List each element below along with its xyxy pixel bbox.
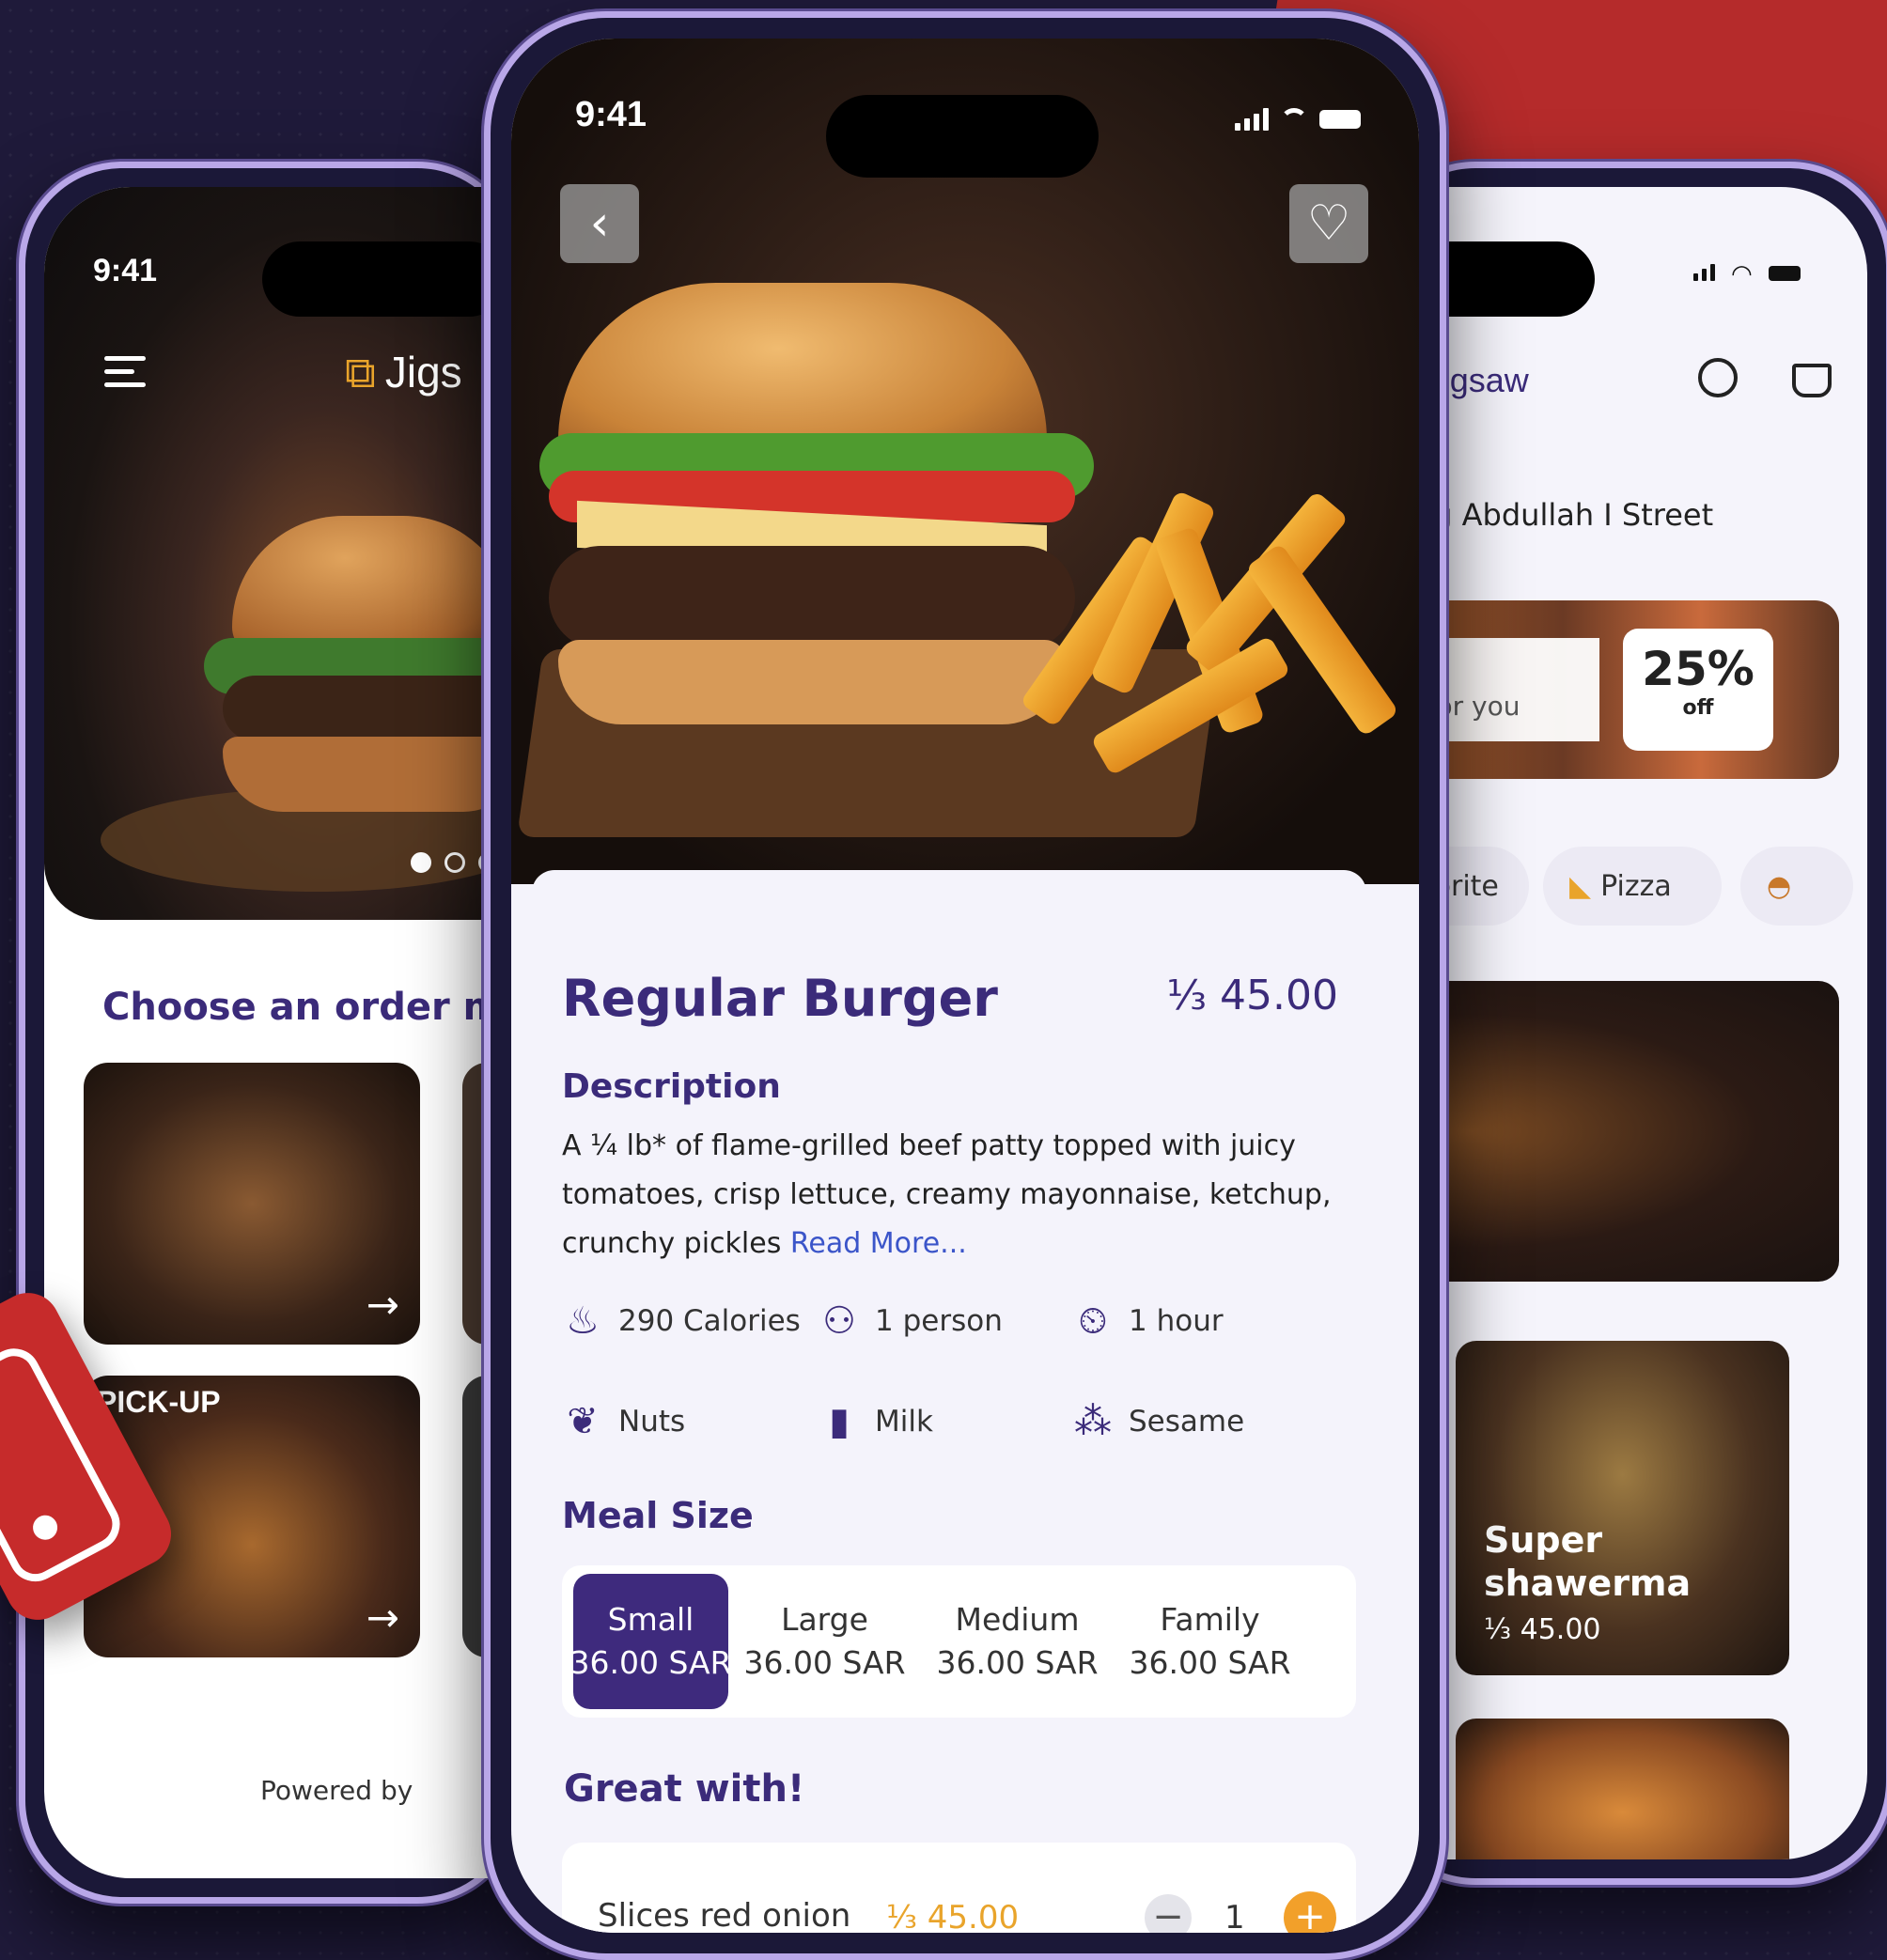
back-button[interactable]: ‹: [560, 184, 639, 263]
signal-icon: [1235, 108, 1269, 131]
burger-icon: ◓: [1767, 869, 1792, 903]
flame-icon: ♨: [566, 1299, 600, 1343]
description-text: A ¼ lb* of flame-grilled beef patty topp…: [562, 1129, 1332, 1260]
center-screen: 9:41 ‹ ♡ Regular Burger ⅓ 45.00 Descript…: [511, 39, 1419, 1933]
addon-name: Slices red onion: [598, 1897, 851, 1933]
category-chip-burger[interactable]: ◓: [1740, 847, 1853, 926]
phone-left: 9:41 ⧉ Jigs Choose an order met → PICK-UP…: [19, 162, 521, 1904]
wifi-icon: [1280, 108, 1308, 131]
wifi-icon: ◠: [1731, 260, 1753, 288]
decrement-button[interactable]: −: [1145, 1894, 1192, 1933]
size-option-large[interactable]: Large 36.00 SAR: [728, 1574, 921, 1709]
phone-center: 9:41 ‹ ♡ Regular Burger ⅓ 45.00 Descript…: [484, 11, 1446, 1960]
battery-icon: [1319, 110, 1361, 129]
right-screen: ◠ ⧉Jigsaw King Abdullah I Street ial for…: [1379, 187, 1867, 1859]
battery-icon: [1769, 266, 1801, 281]
size-option-family[interactable]: Family 36.00 SAR: [1114, 1574, 1306, 1709]
sesame-icon: ⁂: [1074, 1400, 1112, 1443]
fact-calories: ♨ 290 Calories: [562, 1300, 801, 1342]
size-option-small[interactable]: Small 36.00 SAR: [569, 1574, 732, 1709]
dynamic-island: [826, 95, 1099, 178]
cloche-icon: ⏲: [1078, 1299, 1108, 1343]
allergen-sesame: ⁂ Sesame: [1074, 1400, 1245, 1443]
product-card[interactable]: [1456, 1719, 1789, 1859]
pickup-label: PICK-UP: [97, 1385, 221, 1419]
arrow-right-icon: →: [366, 1594, 399, 1641]
fact-time: ⏲ 1 hour: [1072, 1299, 1223, 1343]
order-method-tile[interactable]: →: [84, 1063, 420, 1345]
addon-item: Slices red onion ⅓ 45.00 − 1 +: [562, 1843, 1356, 1933]
product-price: ⅓ 45.00: [1166, 972, 1338, 1019]
product-card[interactable]: Super shawerma ⅓ 45.00: [1456, 1341, 1789, 1675]
phone-right: ◠ ⧉Jigsaw King Abdullah I Street ial for…: [1372, 162, 1887, 1885]
person-icon: ⚇: [822, 1299, 856, 1343]
signal-icon: [1693, 264, 1715, 281]
search-icon[interactable]: [1698, 358, 1738, 397]
size-option-medium[interactable]: Medium 36.00 SAR: [921, 1574, 1114, 1709]
addon-price: ⅓ 45.00: [886, 1899, 1020, 1933]
powered-by-text: Powered by: [260, 1775, 413, 1806]
promo-banner[interactable]: ial for you 25% off: [1379, 600, 1839, 779]
nuts-icon: ❦: [567, 1400, 599, 1443]
meal-size-heading: Meal Size: [562, 1495, 754, 1536]
burger-image: [204, 516, 514, 817]
status-icons: [1235, 108, 1361, 131]
allergen-nuts: ❦ Nuts: [562, 1401, 685, 1442]
featured-item-image[interactable]: [1379, 981, 1839, 1282]
description-heading: Description: [562, 1067, 781, 1106]
status-time: 9:41: [93, 253, 158, 288]
pizza-icon: ◣: [1569, 869, 1592, 903]
fact-servings: ⚇ 1 person: [819, 1300, 1003, 1342]
chevron-left-icon: ‹: [589, 195, 610, 252]
addon-quantity: 1: [1224, 1899, 1245, 1933]
product-details-sheet: Regular Burger ⅓ 45.00 Description A ¼ l…: [532, 870, 1366, 1933]
arrow-right-icon: →: [366, 1282, 399, 1328]
meal-size-selector: Small 36.00 SAR Large 36.00 SAR Medium 36.0…: [562, 1565, 1356, 1718]
great-with-heading: Great with!: [564, 1767, 805, 1811]
category-chip-pizza[interactable]: ◣ Pizza: [1543, 847, 1722, 926]
status-time: 9:41: [575, 95, 647, 134]
dynamic-island: [262, 241, 507, 317]
discount-badge: 25% off: [1623, 629, 1773, 751]
read-more-link[interactable]: Read More...: [790, 1227, 967, 1260]
card-price: ⅓ 45.00: [1484, 1613, 1601, 1646]
milk-icon: ▮: [828, 1400, 850, 1443]
hamburger-icon[interactable]: [104, 356, 146, 390]
left-screen: 9:41 ⧉ Jigs Choose an order met → PICK-UP…: [44, 187, 514, 1878]
heart-icon: ♡: [1306, 195, 1351, 252]
app-logo: ⧉ Jigs: [345, 348, 462, 397]
product-name: Regular Burger: [562, 969, 998, 1028]
card-title: Super shawerma: [1484, 1519, 1692, 1604]
allergen-milk: ▮ Milk: [819, 1401, 933, 1442]
basket-icon[interactable]: [1792, 364, 1832, 397]
increment-button[interactable]: +: [1284, 1891, 1336, 1933]
favorite-button[interactable]: ♡: [1289, 184, 1368, 263]
section-title: Choose an order met: [102, 986, 514, 1029]
